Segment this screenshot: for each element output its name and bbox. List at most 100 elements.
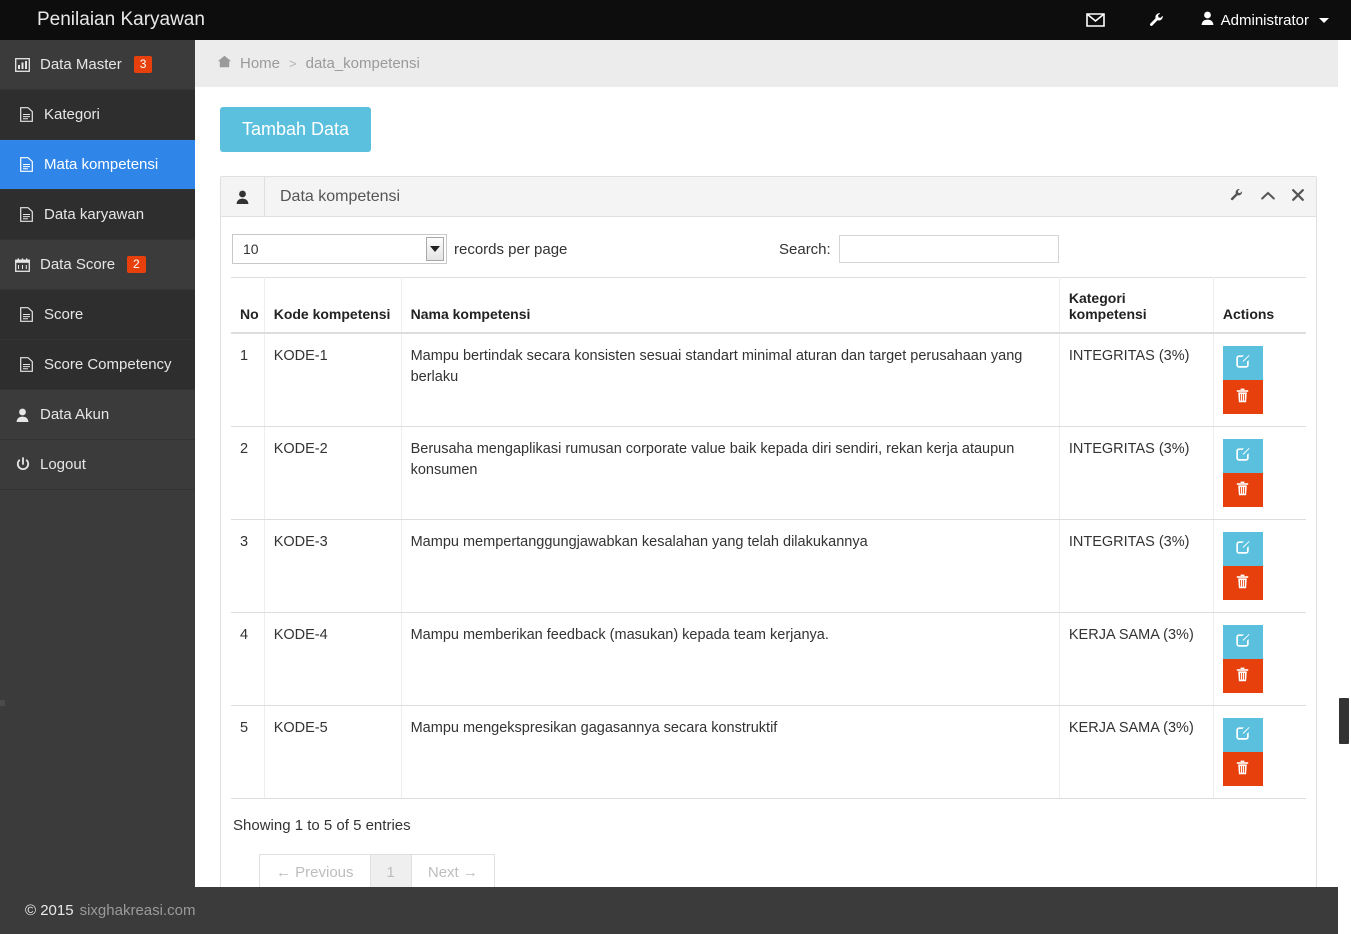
user-menu[interactable]: Administrator [1187,0,1351,40]
table-row: 4 KODE-4 Mampu memberikan feedback (masu… [231,612,1306,706]
panel-body: 10 records per page Search: No Kode komp… [221,217,1316,901]
row-action-buttons [1222,439,1263,507]
app-brand[interactable]: Penilaian Karyawan [0,0,205,40]
cell-actions [1213,705,1306,799]
user-icon [14,408,31,422]
file-icon [18,107,35,122]
cell-kategori: INTEGRITAS (3%) [1059,519,1214,613]
sidebar-item-data-master[interactable]: Data Master 3 [0,40,195,90]
sidebar-item-label: Kategori [44,106,100,123]
sidebar-badge: 2 [127,255,146,274]
edit-button[interactable] [1222,625,1263,659]
table-body: 1 KODE-1 Mampu bertindak secara konsiste… [231,333,1306,799]
column-header-nama[interactable]: Nama kompetensi [401,277,1060,334]
chevron-down-icon [1319,17,1329,23]
delete-button[interactable] [1222,659,1263,693]
cell-kode: KODE-3 [264,519,402,613]
column-header-kode[interactable]: Kode kompetensi [264,277,402,334]
power-icon [14,457,31,472]
pagination-previous[interactable]: ← Previous [259,854,371,891]
top-navbar: Penilaian Karyawan Administrator [0,0,1351,40]
sidebar-item-label: Data Score [40,256,116,273]
panel-title: Data kompetensi [280,187,401,205]
sidebar-item-score-competency[interactable]: Score Competency [0,340,195,390]
delete-button[interactable] [1222,473,1263,507]
search-label: Search: [779,240,831,258]
cell-nama: Mampu mengekspresikan gagasannya secara … [401,705,1060,799]
cell-kode: KODE-5 [264,705,402,799]
pagination-page-1[interactable]: 1 [369,854,412,891]
cell-kode: KODE-2 [264,426,402,520]
delete-button[interactable] [1222,380,1263,414]
sidebar-item-data-karyawan[interactable]: Data karyawan [0,190,195,240]
edit-button[interactable] [1222,532,1263,566]
edit-button[interactable] [1222,439,1263,473]
table-header-row: No Kode kompetensi Nama kompetensi Kateg… [231,277,1306,334]
breadcrumb: Home > data_kompetensi [195,40,1351,87]
trash-icon [1236,481,1249,499]
datatable-controls: 10 records per page Search: [231,229,1306,269]
breadcrumb-separator: > [289,56,297,71]
edit-button[interactable] [1222,718,1263,752]
pencil-square-icon [1235,354,1250,372]
row-action-buttons [1222,346,1263,414]
cell-nama: Mampu memberikan feedback (masukan) kepa… [401,612,1060,706]
cell-kode: KODE-4 [264,612,402,706]
panel-tools [1230,177,1304,216]
breadcrumb-home-link[interactable]: Home [217,55,280,72]
calendar-icon [14,257,31,272]
envelope-icon[interactable] [1064,0,1127,40]
file-icon [18,207,35,222]
cell-actions [1213,612,1306,706]
cell-no: 2 [231,426,265,520]
cell-kode: KODE-1 [264,333,402,427]
pencil-square-icon [1235,540,1250,558]
cell-kategori: KERJA SAMA (3%) [1059,705,1214,799]
sidebar-item-mata-kompetensi[interactable]: Mata kompetensi [0,140,195,190]
file-icon [18,157,35,172]
content-body: Tambah Data Data kompetensi 10 records p… [195,87,1351,902]
cell-actions [1213,426,1306,520]
cell-nama: Mampu bertindak secara konsisten sesuai … [401,333,1060,427]
panel-header: Data kompetensi [221,177,1316,217]
records-per-page-control: 10 records per page [231,234,567,264]
pagination-next[interactable]: Next → [410,854,495,891]
table-head: No Kode kompetensi Nama kompetensi Kateg… [231,277,1306,334]
page-footer: © 2015 sixghakreasi.com [0,887,1351,934]
delete-button[interactable] [1222,752,1263,786]
tambah-data-button[interactable]: Tambah Data [220,107,372,152]
delete-button[interactable] [1222,566,1263,600]
column-header-kategori[interactable]: Kategori kompetensi [1059,277,1214,334]
sidebar-item-label: Score Competency [44,356,172,373]
sidebar-item-label: Data Akun [40,406,110,423]
search-input[interactable] [838,235,1059,263]
trash-icon [1236,667,1249,685]
sidebar-item-data-akun[interactable]: Data Akun [0,390,195,440]
data-kompetensi-table: No Kode kompetensi Nama kompetensi Kateg… [231,277,1306,799]
row-action-buttons [1222,625,1263,693]
row-action-buttons [1222,532,1263,600]
column-header-no[interactable]: No [231,277,265,334]
trash-icon [1236,574,1249,592]
table-row: 3 KODE-3 Mampu mempertanggungjawabkan ke… [231,519,1306,613]
chevron-up-icon[interactable] [1261,189,1275,204]
sidebar-item-data-score[interactable]: Data Score 2 [0,240,195,290]
records-per-page-select[interactable]: 10 [232,234,447,264]
sidebar-item-kategori[interactable]: Kategori [0,90,195,140]
sidebar-item-logout[interactable]: Logout [0,440,195,490]
times-icon[interactable] [1292,189,1304,204]
page-scrollbar[interactable] [1338,40,1351,934]
bar-chart-icon [14,57,31,72]
sidebar-item-label: Score [44,306,84,323]
table-row: 1 KODE-1 Mampu bertindak secara konsiste… [231,333,1306,427]
wrench-icon[interactable] [1230,188,1244,205]
edit-button[interactable] [1222,346,1263,380]
wrench-icon[interactable] [1127,0,1187,40]
footer-link[interactable]: sixghakreasi.com [80,902,196,919]
scrollbar-thumb[interactable] [1339,698,1349,744]
file-icon [18,307,35,322]
cell-no: 1 [231,333,265,427]
chevron-down-icon[interactable] [426,237,444,261]
table-row: 5 KODE-5 Mampu mengekspresikan gagasanny… [231,705,1306,799]
sidebar-item-score[interactable]: Score [0,290,195,340]
